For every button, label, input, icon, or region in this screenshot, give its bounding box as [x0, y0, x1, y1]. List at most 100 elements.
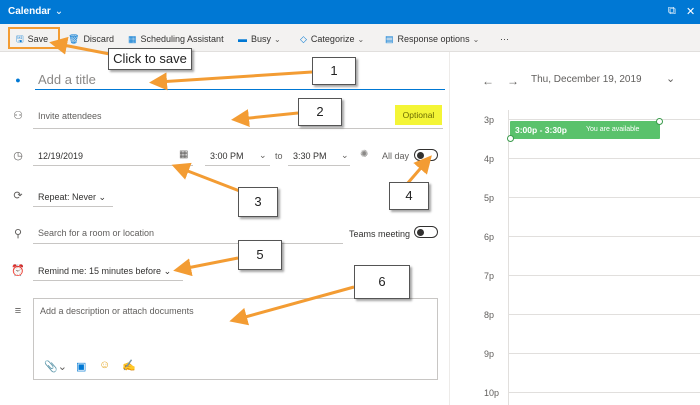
callout-1: 1 [312, 57, 356, 85]
chevron-down-icon: ⌄ [163, 266, 172, 276]
calendar-column-line [508, 110, 509, 405]
toggle-knob [417, 228, 424, 236]
description-box[interactable]: Add a description or attach documents 📎⌄… [33, 298, 438, 380]
chevron-down-icon[interactable]: ⌄ [341, 150, 349, 161]
trash-icon: 🗑 [68, 34, 80, 44]
emoji-icon[interactable]: ☺ [99, 359, 110, 371]
close-icon[interactable]: ✕ [686, 5, 695, 18]
divider [33, 243, 343, 244]
chevron-down-icon[interactable]: ⌄ [666, 72, 675, 85]
callout-6: 6 [354, 265, 410, 299]
callout-5: 5 [238, 240, 282, 270]
hour-label: 4p [484, 154, 495, 164]
popout-icon[interactable]: ⧉ [668, 5, 676, 18]
hour-label: 7p [484, 271, 495, 281]
hour-label: 10p [484, 388, 500, 398]
end-time-dropdown[interactable]: 3:30 PM [293, 151, 327, 161]
location-input[interactable]: Search for a room or location [38, 228, 154, 238]
start-time-dropdown[interactable]: 3:00 PM [210, 151, 244, 161]
arrow-5 [173, 256, 239, 277]
save-highlight-box [8, 27, 60, 49]
categorize-dropdown[interactable]: ◇ Categorize ⌄ [300, 32, 364, 46]
calendar-picker-icon[interactable]: ▦ [179, 149, 188, 160]
callout-2: 2 [298, 98, 342, 126]
repeat-icon: ⟳ [13, 190, 23, 202]
arrow-4 [405, 155, 432, 185]
clock-icon: ◷ [13, 150, 23, 162]
chevron-down-icon: ⌄ [274, 35, 281, 44]
location-pin-icon: ⚲ [13, 228, 23, 240]
event-time: 3:00p - 3:30p [515, 125, 567, 135]
panel-divider [449, 52, 450, 405]
toolbar: 🖫 Save 🗑 Discard ▦ Scheduling Assistant ▬ Bu… [0, 24, 700, 52]
calendar-date-title: Thu, December 19, 2019 [531, 74, 642, 85]
to-label: to [275, 151, 283, 161]
title-input[interactable] [35, 70, 445, 90]
person-icon: ⚇ [13, 110, 23, 122]
resize-handle[interactable] [656, 118, 663, 125]
signature-icon[interactable]: ✍ [122, 359, 136, 372]
callout-4: 4 [389, 182, 429, 210]
alarm-clock-icon: ⏰ [11, 265, 25, 277]
hour-label: 3p [484, 115, 495, 125]
hour-line [508, 353, 700, 354]
teams-meeting-label: Teams meeting [349, 229, 411, 239]
app-title[interactable]: Calendar ⌄ [8, 6, 63, 17]
response-icon: ▤ [385, 34, 394, 44]
repeat-dropdown[interactable]: Repeat: Never ⌄ [38, 192, 106, 203]
hour-label: 8p [484, 310, 495, 320]
hour-label: 6p [484, 232, 495, 242]
divider [205, 165, 270, 166]
scheduling-assistant-button[interactable]: ▦ Scheduling Assistant [128, 32, 224, 46]
discard-button[interactable]: 🗑 Discard [68, 32, 114, 46]
response-options-dropdown[interactable]: ▤ Response options ⌄ [385, 32, 479, 46]
reminder-dropdown[interactable]: Remind me: 15 minutes before ⌄ [38, 266, 171, 277]
image-icon[interactable]: ▣ [76, 360, 86, 373]
all-day-toggle[interactable] [414, 149, 438, 161]
all-day-label: All day [382, 151, 410, 161]
hour-line [508, 392, 700, 393]
resize-handle[interactable] [507, 135, 514, 142]
attach-icon[interactable]: 📎⌄ [44, 360, 67, 373]
divider [33, 206, 113, 207]
busy-dropdown[interactable]: ▬ Busy ⌄ [238, 32, 281, 46]
chevron-down-icon: ⌄ [98, 192, 107, 202]
chevron-down-icon[interactable]: ⌄ [259, 150, 267, 161]
divider [33, 128, 443, 129]
hour-line [508, 236, 700, 237]
divider [288, 165, 350, 166]
status-icon: ▬ [238, 34, 247, 44]
title-dot-icon: ● [15, 75, 21, 85]
arrow-2 [231, 109, 299, 128]
start-date-input[interactable]: 12/19/2019 [38, 151, 83, 161]
description-input[interactable]: Add a description or attach documents [40, 306, 194, 316]
event-availability: You are available [586, 126, 640, 133]
hour-label: 9p [484, 349, 495, 359]
title-bar: Calendar ⌄ ⧉ ✕ [0, 0, 700, 24]
hour-line [508, 119, 700, 120]
hour-label: 5p [484, 193, 495, 203]
divider [33, 165, 193, 166]
next-day-arrow-icon[interactable]: → [507, 74, 519, 88]
optional-attendees-button[interactable]: Optional [395, 105, 442, 125]
click-to-save-callout: Click to save [108, 48, 192, 70]
hour-line [508, 314, 700, 315]
previous-day-arrow-icon[interactable]: ← [482, 74, 494, 88]
toggle-knob [417, 151, 424, 159]
chevron-down-icon: ⌄ [472, 35, 480, 44]
divider [33, 280, 183, 281]
teams-meeting-toggle[interactable] [414, 226, 438, 238]
chevron-down-icon: ⌄ [357, 35, 365, 44]
hour-line [508, 275, 700, 276]
text-lines-icon: ≡ [14, 305, 22, 317]
tag-icon: ◇ [300, 34, 307, 44]
attendees-input[interactable]: Invite attendees [38, 111, 102, 121]
callout-3: 3 [238, 187, 278, 217]
hour-line [508, 158, 700, 159]
more-options-button[interactable]: ··· [500, 32, 509, 46]
hour-line [508, 197, 700, 198]
event-block[interactable]: 3:00p - 3:30p You are available [507, 118, 663, 142]
timezone-icon[interactable]: ✺ [360, 149, 368, 160]
calendar-edit-icon: ▦ [128, 34, 137, 44]
chevron-down-icon[interactable]: ⌄ [55, 6, 63, 17]
